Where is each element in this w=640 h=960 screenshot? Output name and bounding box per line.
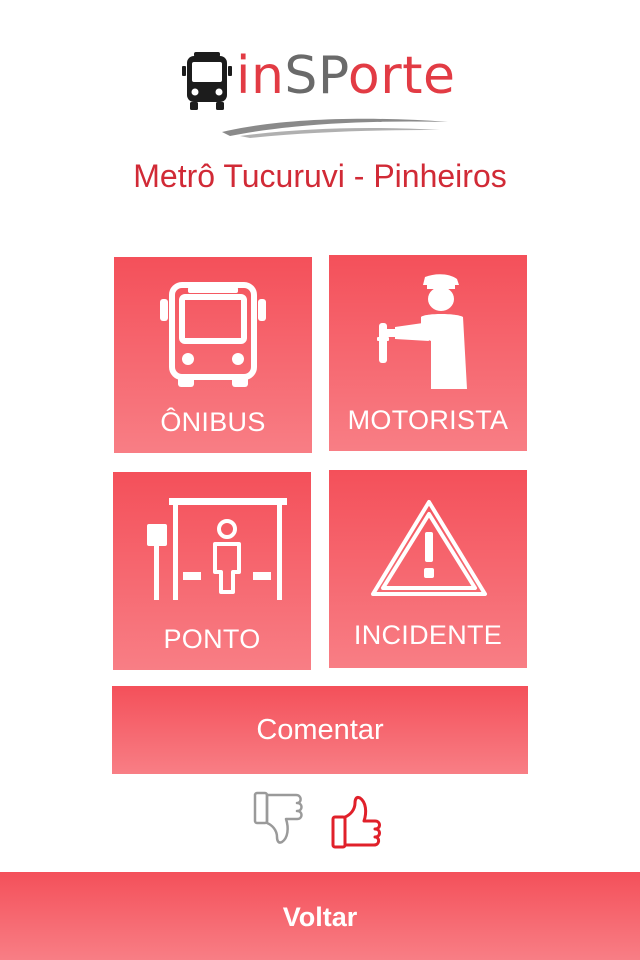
warning-icon	[371, 500, 487, 596]
logo-wordmark: inSPorte	[236, 40, 456, 112]
screen: inSPorte Metrô Tucuruvi - Pinheiros ÔNIB…	[0, 0, 640, 960]
thumbs-up-icon[interactable]	[330, 792, 388, 850]
tile-onibus[interactable]: ÔNIBUS	[114, 257, 312, 453]
logo-swoosh	[222, 118, 448, 138]
tile-motorista-label: MOTORISTA	[347, 405, 509, 435]
driver-icon	[377, 274, 467, 389]
tile-incidente-label: INCIDENTE	[353, 620, 503, 650]
tile-incidente[interactable]: INCIDENTE	[329, 470, 527, 668]
tile-motorista[interactable]: MOTORISTA	[329, 255, 527, 451]
bus-icon	[160, 282, 266, 387]
thumbs-down-icon[interactable]	[252, 790, 310, 848]
logo-text-part: orte	[347, 46, 456, 106]
tile-ponto[interactable]: PONTO	[113, 472, 311, 670]
logo-text-part: in	[236, 46, 285, 106]
comment-button[interactable]: Comentar	[112, 686, 528, 774]
tile-onibus-label: ÔNIBUS	[160, 407, 266, 437]
bus-front-icon	[182, 52, 232, 110]
app-logo: inSPorte	[180, 40, 470, 140]
bus-stop-icon	[147, 498, 287, 600]
route-title: Metrô Tucuruvi - Pinheiros	[133, 158, 507, 194]
back-button[interactable]: Voltar	[0, 872, 640, 960]
logo-text-part: SP	[284, 46, 348, 106]
tile-ponto-label: PONTO	[163, 624, 261, 654]
